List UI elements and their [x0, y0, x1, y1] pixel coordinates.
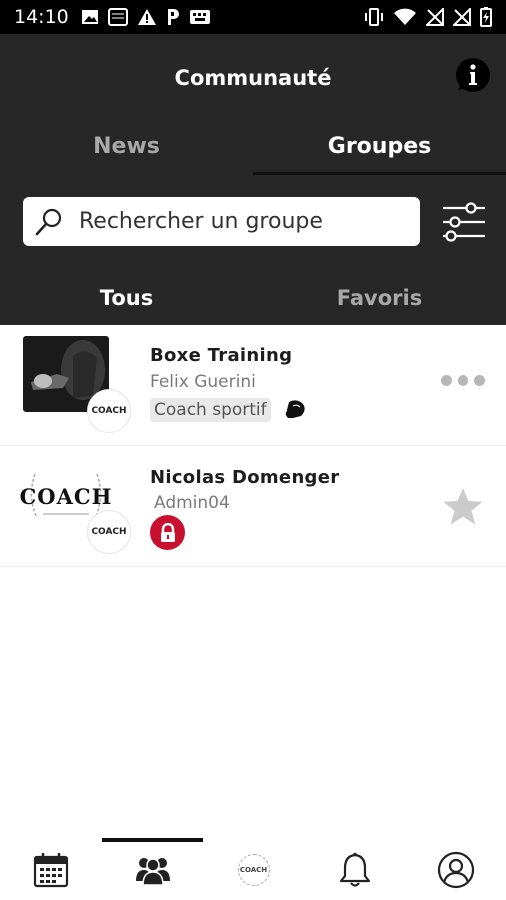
- group-row-boxe-training[interactable]: COACH Boxe Training Felix Guerini Coach …: [0, 325, 506, 446]
- group-row-nicolas-domenger[interactable]: COACH COACH Nicolas Domenger Admin04: [0, 446, 506, 567]
- nav-coach[interactable]: COACH: [203, 848, 304, 892]
- group-logo-text: COACH: [19, 483, 113, 509]
- nav-active-indicator: [102, 838, 203, 842]
- wifi-icon: [394, 8, 416, 25]
- nav-community[interactable]: [102, 848, 203, 892]
- keyboard-icon: [189, 10, 210, 24]
- status-time: 14:10: [14, 6, 69, 28]
- group-coach-badge: COACH: [87, 510, 131, 554]
- image-icon: [81, 10, 98, 24]
- more-icon[interactable]: [441, 375, 486, 389]
- nav-profile[interactable]: [405, 848, 506, 892]
- nav-calendar[interactable]: [0, 848, 101, 892]
- group-category-tag: Coach sportif: [150, 398, 271, 422]
- parking-icon: [167, 9, 179, 25]
- status-bar: 14:10: [0, 0, 506, 34]
- star-icon[interactable]: [441, 485, 485, 529]
- tab-active-indicator: [253, 172, 506, 175]
- status-left-icons: [81, 8, 211, 26]
- page-title: Communauté: [174, 66, 332, 90]
- no-signal-icon: [426, 8, 444, 26]
- private-badge: [150, 515, 185, 550]
- tab-groups[interactable]: Groupes: [253, 134, 506, 159]
- search-box[interactable]: [23, 197, 420, 246]
- profile-icon: [437, 851, 474, 889]
- info-icon[interactable]: [452, 56, 492, 96]
- group-owner: Admin04: [154, 493, 230, 513]
- bell-icon: [339, 852, 370, 887]
- subtab-favorites[interactable]: Favoris: [253, 286, 506, 310]
- search-input[interactable]: [79, 209, 399, 234]
- lock-icon: [160, 522, 175, 542]
- status-right-icons: [364, 7, 492, 27]
- search-icon: [35, 208, 62, 235]
- vibrate-icon: [365, 8, 383, 26]
- group-name: Boxe Training: [150, 345, 293, 366]
- calendar-icon: [33, 853, 68, 888]
- header: Communauté News Groupes Tous Favoris: [0, 34, 506, 325]
- group-owner: Felix Guerini: [150, 372, 256, 392]
- nav-notifications[interactable]: [304, 848, 405, 892]
- group-coach-badge: COACH: [87, 389, 131, 433]
- community-icon: [135, 858, 170, 886]
- warning-icon: [137, 9, 156, 25]
- sliders-icon[interactable]: [441, 200, 487, 244]
- no-signal-icon: [453, 8, 471, 26]
- coach-logo-icon: COACH: [237, 854, 270, 886]
- notes-icon: [107, 8, 128, 26]
- subtab-all[interactable]: Tous: [0, 286, 253, 310]
- boxing-glove-icon: [285, 400, 305, 418]
- battery-charging-icon: [480, 7, 492, 27]
- coach-logo-text: COACH: [239, 866, 268, 874]
- group-name: Nicolas Domenger: [150, 467, 340, 488]
- tab-news[interactable]: News: [0, 134, 253, 159]
